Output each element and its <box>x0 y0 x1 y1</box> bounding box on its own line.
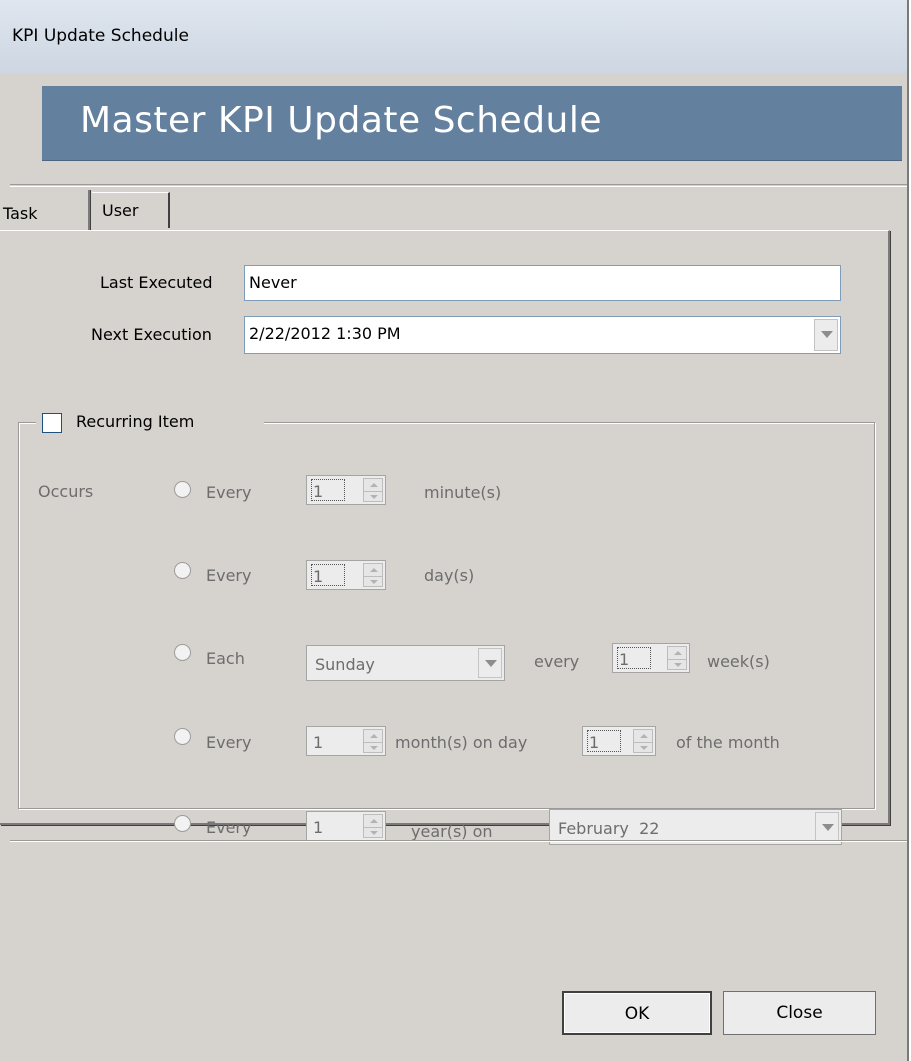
month-day-middle: month(s) on day <box>395 733 528 752</box>
chevron-down-icon[interactable] <box>478 648 502 678</box>
radio-each-week[interactable] <box>174 644 191 661</box>
year-middle: year(s) on <box>411 822 493 841</box>
next-execution-value: 2/22/2012 1:30 PM <box>249 324 401 343</box>
title-bar[interactable]: KPI Update Schedule <box>0 0 907 73</box>
last-executed-field[interactable]: Never <box>244 265 841 301</box>
dialog-window: KPI Update Schedule Master KPI Update Sc… <box>0 0 909 1061</box>
radio-every-minutes[interactable] <box>174 481 191 498</box>
weekday-value: Sunday <box>315 655 375 674</box>
every-minutes-label: Every <box>206 483 252 502</box>
spin-down-icon[interactable] <box>370 746 378 750</box>
last-executed-value: Never <box>249 273 297 292</box>
focus-rect <box>617 647 651 669</box>
header-banner: Master KPI Update Schedule <box>42 86 902 161</box>
chevron-down-icon[interactable] <box>814 319 838 351</box>
years-value: 1 <box>313 818 324 837</box>
minutes-suffix: minute(s) <box>424 483 502 502</box>
radio-every-year[interactable] <box>174 815 191 832</box>
chevron-down-icon[interactable] <box>815 812 839 842</box>
spin-down-icon[interactable] <box>640 746 648 750</box>
radio-every-month[interactable] <box>174 728 191 745</box>
tab-task-label: Task <box>3 204 38 223</box>
every-month-label: Every <box>206 733 252 752</box>
recurring-item-label: Recurring Item <box>76 412 195 431</box>
months-value: 1 <box>313 733 324 752</box>
ok-button[interactable]: OK <box>562 991 712 1035</box>
weeks-spinner[interactable]: 1 <box>612 643 690 673</box>
focus-rect <box>587 730 621 752</box>
tab-edge <box>88 190 90 230</box>
tab-user[interactable]: User <box>92 192 170 228</box>
spin-buttons[interactable] <box>363 563 383 587</box>
spin-up-icon[interactable] <box>370 734 378 738</box>
occurs-label: Occurs <box>38 482 94 501</box>
recurring-item-checkbox[interactable] <box>42 413 62 433</box>
header-separator <box>10 184 907 187</box>
tab-task[interactable]: Task <box>0 190 90 234</box>
spin-up-icon[interactable] <box>674 651 682 655</box>
every-week-middle: every <box>534 652 580 671</box>
spin-buttons[interactable] <box>667 646 687 670</box>
last-executed-label: Last Executed <box>100 273 213 292</box>
spin-up-icon[interactable] <box>370 819 378 823</box>
months-spinner[interactable]: 1 <box>306 726 386 756</box>
spin-down-icon[interactable] <box>674 663 682 667</box>
radio-every-days[interactable] <box>174 562 191 579</box>
every-year-label: Every <box>206 818 252 837</box>
tab-user-label: User <box>102 201 139 220</box>
minutes-spinner[interactable]: 1 <box>306 475 386 505</box>
spin-buttons[interactable] <box>363 729 383 753</box>
days-spinner[interactable]: 1 <box>306 560 386 590</box>
weeks-suffix: week(s) <box>707 652 770 671</box>
days-suffix: day(s) <box>424 566 475 585</box>
spin-buttons[interactable] <box>363 478 383 502</box>
next-execution-label: Next Execution <box>91 325 212 344</box>
focus-rect <box>311 564 345 586</box>
footer-separator <box>10 840 907 842</box>
every-days-label: Every <box>206 566 252 585</box>
window-title: KPI Update Schedule <box>12 26 189 46</box>
month-day-spinner[interactable]: 1 <box>582 726 656 756</box>
year-date-value: February 22 <box>558 819 660 838</box>
spin-up-icon[interactable] <box>370 568 378 572</box>
weekday-dropdown[interactable]: Sunday <box>306 645 505 681</box>
each-week-label: Each <box>206 649 245 668</box>
focus-rect <box>311 479 345 501</box>
month-suffix: of the month <box>676 733 780 752</box>
next-execution-dropdown[interactable]: 2/22/2012 1:30 PM <box>244 316 841 354</box>
spin-buttons[interactable] <box>363 814 383 838</box>
years-spinner[interactable]: 1 <box>306 811 386 841</box>
spin-up-icon[interactable] <box>640 734 648 738</box>
spin-up-icon[interactable] <box>370 483 378 487</box>
banner-title: Master KPI Update Schedule <box>80 100 603 141</box>
spin-down-icon[interactable] <box>370 495 378 499</box>
spin-down-icon[interactable] <box>370 580 378 584</box>
spin-buttons[interactable] <box>633 729 653 753</box>
close-button[interactable]: Close <box>723 991 876 1035</box>
spin-down-icon[interactable] <box>370 831 378 835</box>
